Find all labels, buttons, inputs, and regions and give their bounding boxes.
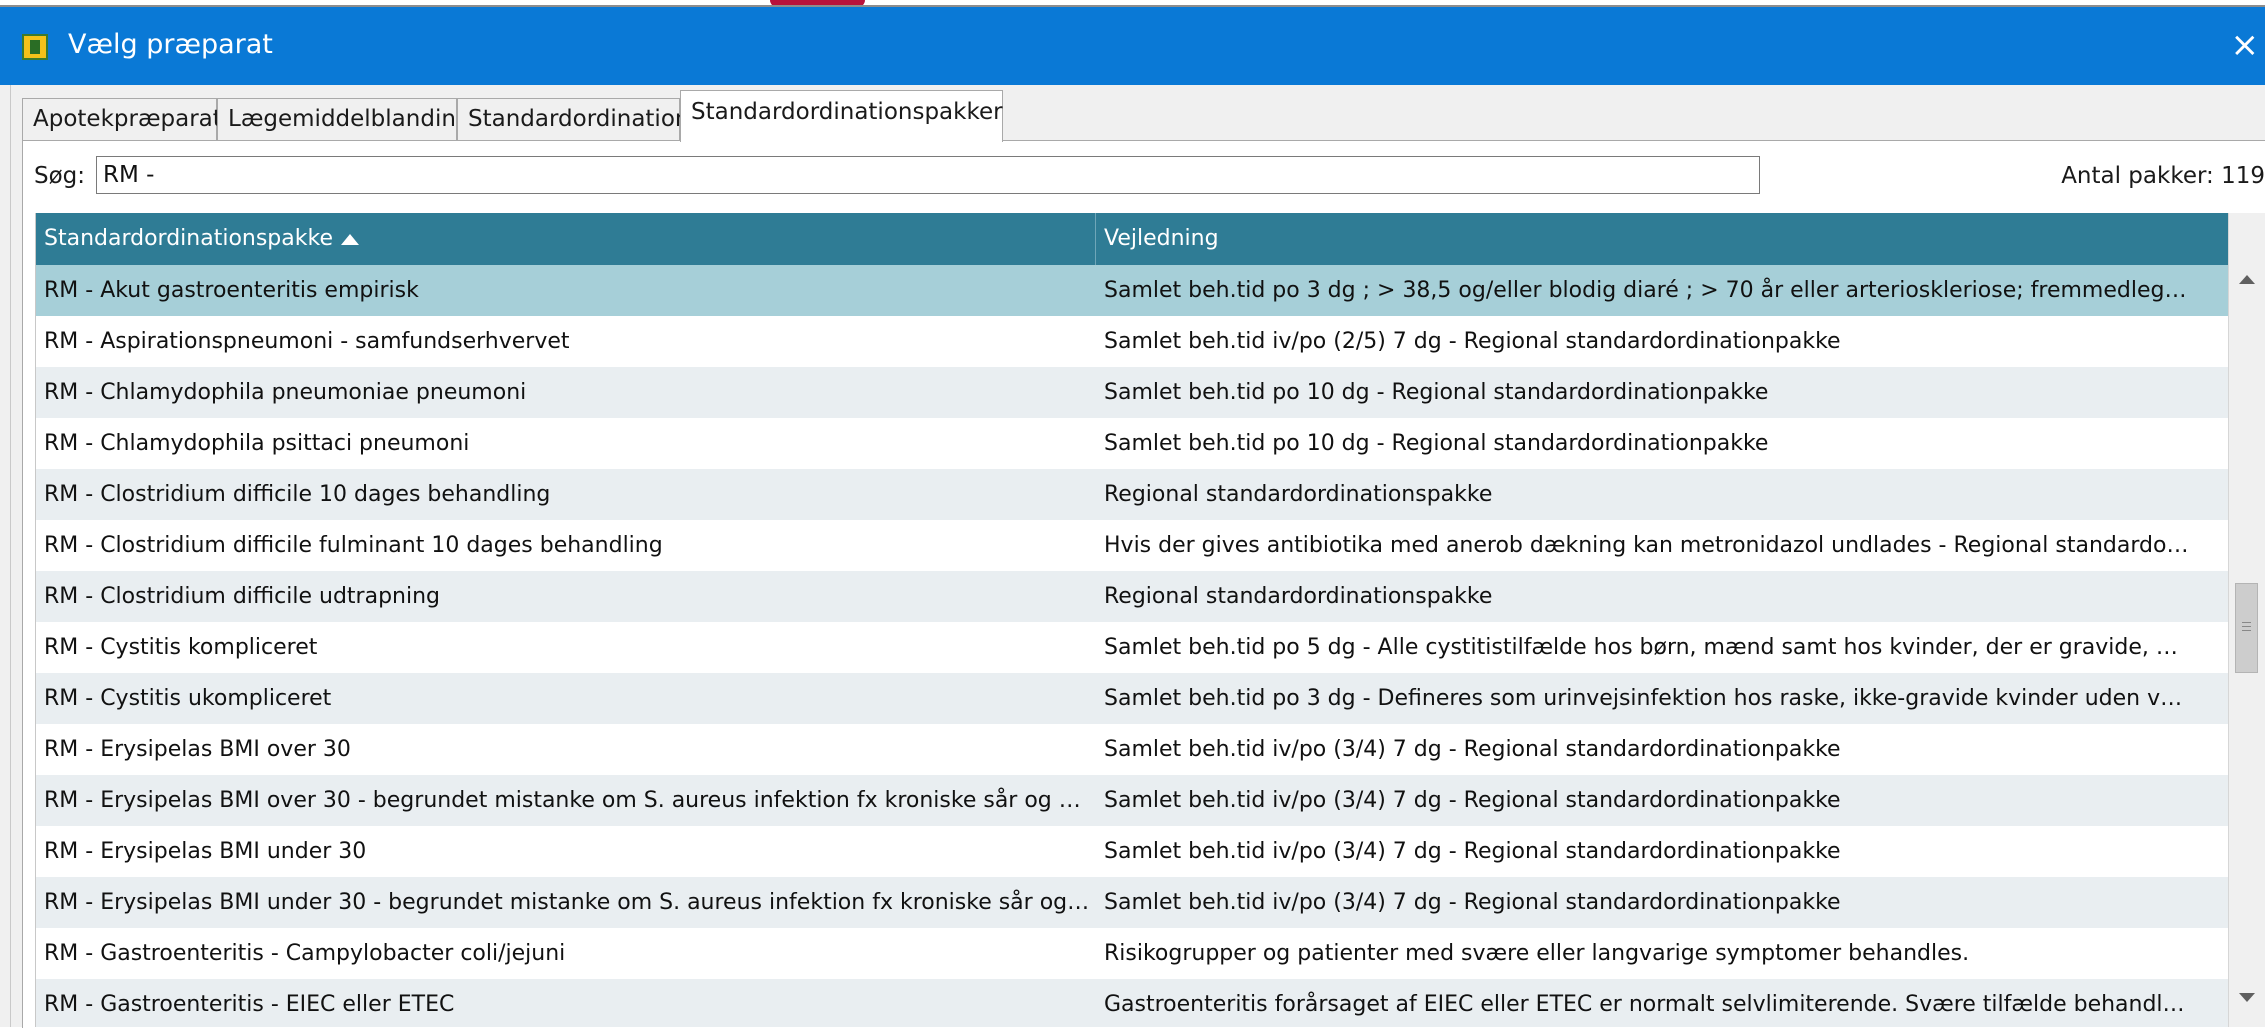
table-row[interactable]: RM - Chlamydophila psittaci pneumoni Saml… bbox=[36, 418, 2229, 469]
cell-package-name: RM - Cystitis kompliceret bbox=[44, 635, 318, 660]
cell-package-name: RM - Erysipelas BMI under 30 bbox=[44, 839, 367, 864]
table-row[interactable]: RM - Erysipelas BMI over 30 - begrundet … bbox=[36, 775, 2229, 826]
column-header-standardordinationspakke[interactable]: Standardordinationspakke bbox=[36, 213, 1096, 265]
cell-guidance: Gastroenteritis forårsaget af EIEC eller… bbox=[1104, 992, 2195, 1017]
sort-ascending-icon bbox=[341, 233, 359, 245]
cell-package-name: RM - Erysipelas BMI over 30 bbox=[44, 737, 351, 762]
scroll-thumb[interactable] bbox=[2235, 583, 2258, 673]
cell-guidance: Hvis der gives antibiotika med anerob dæ… bbox=[1104, 533, 2196, 558]
window-left-edge bbox=[0, 85, 11, 1027]
table-row[interactable]: RM - Clostridium difficile fulminant 10 … bbox=[36, 520, 2229, 571]
column-header-label: Vejledning bbox=[1104, 226, 1219, 251]
top-strip bbox=[0, 0, 2265, 7]
scroll-down-arrow-icon[interactable] bbox=[2239, 993, 2255, 1002]
cell-guidance: Samlet beh.tid po 3 dg - Defineres som u… bbox=[1104, 686, 2196, 711]
cell-package-name: RM - Akut gastroenteritis empirisk bbox=[44, 278, 419, 303]
table-row[interactable]: RM - Gastroenteritis - EIEC eller ETEC Ga… bbox=[36, 979, 2229, 1027]
cell-guidance: Samlet beh.tid po 3 dg ; > 38,5 og/eller… bbox=[1104, 278, 2196, 303]
cell-package-name: RM - Clostridium difficile fulminant 10 … bbox=[44, 533, 663, 558]
table-row[interactable]: RM - Akut gastroenteritis empirisk Samlet… bbox=[36, 265, 2229, 316]
cell-package-name: RM - Cystitis ukompliceret bbox=[44, 686, 332, 711]
cell-package-name: RM - Gastroenteritis - EIEC eller ETEC bbox=[44, 992, 455, 1017]
packages-table: Standardordinationspakke Vejledning RM -… bbox=[35, 213, 2229, 1027]
cell-guidance: Samlet beh.tid iv/po (3/4) 7 dg - Region… bbox=[1104, 737, 1841, 762]
cell-guidance: Regional standardordinationspakke bbox=[1104, 482, 1493, 507]
search-input[interactable] bbox=[96, 156, 1760, 194]
tab-standardordinationer[interactable]: Standardordinationer bbox=[457, 98, 713, 140]
cell-package-name: RM - Erysipelas BMI under 30 - begrundet… bbox=[44, 890, 1096, 915]
cell-package-name: RM - Clostridium difficile udtrapning bbox=[44, 584, 440, 609]
tab-standardordinationspakker[interactable]: Standardordinationspakker bbox=[680, 90, 1003, 142]
cell-guidance: Samlet beh.tid iv/po (3/4) 7 dg - Region… bbox=[1104, 890, 1841, 915]
close-icon[interactable]: × bbox=[2231, 27, 2260, 63]
cell-guidance: Samlet beh.tid po 10 dg - Regional stand… bbox=[1104, 431, 1769, 456]
table-row[interactable]: RM - Clostridium difficile 10 dages beha… bbox=[36, 469, 2229, 520]
table-row[interactable]: RM - Erysipelas BMI under 30 - begrundet… bbox=[36, 877, 2229, 928]
table-row[interactable]: RM - Aspirationspneumoni - samfundserhve… bbox=[36, 316, 2229, 367]
table-header: Standardordinationspakke Vejledning bbox=[36, 213, 2229, 265]
cell-guidance: Samlet beh.tid po 10 dg - Regional stand… bbox=[1104, 380, 1769, 405]
table-row[interactable]: RM - Erysipelas BMI over 30 Samlet beh.ti… bbox=[36, 724, 2229, 775]
cell-guidance: Samlet beh.tid iv/po (2/5) 7 dg - Region… bbox=[1104, 329, 1841, 354]
cell-guidance: Risikogrupper og patienter med svære ell… bbox=[1104, 941, 1970, 966]
cell-guidance: Samlet beh.tid iv/po (3/4) 7 dg - Region… bbox=[1104, 839, 1841, 864]
cell-guidance: Samlet beh.tid po 5 dg - Alle cystitisti… bbox=[1104, 635, 2196, 660]
scroll-up-arrow-icon[interactable] bbox=[2239, 275, 2255, 284]
table-row[interactable]: RM - Cystitis kompliceret Samlet beh.tid … bbox=[36, 622, 2229, 673]
tab-apotekpraeparat[interactable]: Apotekpræparat bbox=[22, 98, 222, 140]
column-header-vejledning[interactable]: Vejledning bbox=[1096, 213, 2229, 265]
title-bar: Vælg præparat × bbox=[0, 7, 2265, 85]
cell-package-name: RM - Erysipelas BMI over 30 - begrundet … bbox=[44, 788, 1096, 813]
window-title: Vælg præparat bbox=[68, 29, 273, 60]
table-row[interactable]: RM - Clostridium difficile udtrapning Reg… bbox=[36, 571, 2229, 622]
package-count: Antal pakker: 119 bbox=[2061, 163, 2265, 189]
app-icon bbox=[22, 34, 48, 60]
search-label: Søg: bbox=[34, 163, 86, 189]
table-row[interactable]: RM - Cystitis ukompliceret Samlet beh.tid… bbox=[36, 673, 2229, 724]
cell-package-name: RM - Aspirationspneumoni - samfundserhve… bbox=[44, 329, 570, 354]
table-row[interactable]: RM - Chlamydophila pneumoniae pneumoni Sa… bbox=[36, 367, 2229, 418]
cell-package-name: RM - Gastroenteritis - Campylobacter col… bbox=[44, 941, 566, 966]
vertical-scrollbar[interactable] bbox=[2228, 213, 2265, 1027]
table-row[interactable]: RM - Gastroenteritis - Campylobacter col… bbox=[36, 928, 2229, 979]
cell-guidance: Samlet beh.tid iv/po (3/4) 7 dg - Region… bbox=[1104, 788, 1841, 813]
cell-package-name: RM - Chlamydophila psittaci pneumoni bbox=[44, 431, 470, 456]
cell-package-name: RM - Clostridium difficile 10 dages beha… bbox=[44, 482, 551, 507]
table-row[interactable]: RM - Erysipelas BMI under 30 Samlet beh.t… bbox=[36, 826, 2229, 877]
column-header-label: Standardordinationspakke bbox=[44, 226, 333, 251]
cell-guidance: Regional standardordinationspakke bbox=[1104, 584, 1493, 609]
cell-package-name: RM - Chlamydophila pneumoniae pneumoni bbox=[44, 380, 527, 405]
tab-laegemiddelblandinger[interactable]: Lægemiddelblandinger bbox=[217, 98, 494, 140]
